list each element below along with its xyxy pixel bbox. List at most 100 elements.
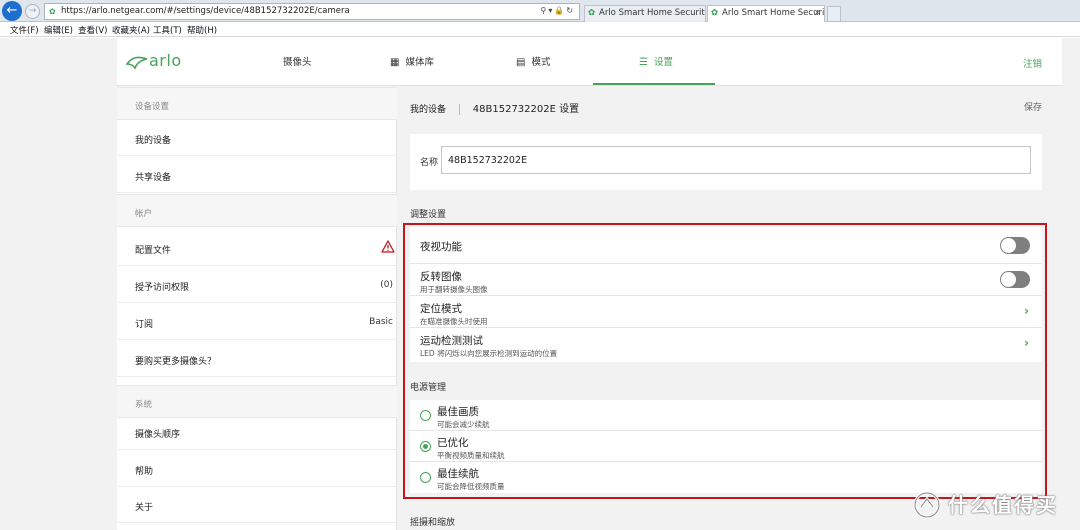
- breadcrumb-parent[interactable]: 我的设备: [410, 105, 446, 115]
- chevron-right-icon[interactable]: ›: [1024, 336, 1029, 350]
- nav-label: 模式: [531, 57, 551, 68]
- option-subtitle: 平衡视频质量和续航: [437, 451, 505, 460]
- setting-flip-image: 反转图像 用于翻转摄像头图像: [410, 264, 1042, 296]
- url-text[interactable]: https://arlo.netgear.com/#/settings/devi…: [61, 6, 350, 16]
- logo-text: arlo: [149, 51, 182, 70]
- radio-button[interactable]: [420, 472, 431, 483]
- sidebar-item-label: 配置文件: [135, 246, 172, 256]
- sidebar-item-subscription[interactable]: 订阅 Basic: [117, 304, 397, 340]
- sidebar-item-help[interactable]: 帮助: [117, 451, 397, 487]
- active-tab-indicator: [593, 83, 715, 85]
- watermark-logo-icon: [913, 491, 941, 519]
- menu-file[interactable]: 文件(F): [10, 24, 39, 36]
- sidebar-item-label: 关于: [135, 503, 154, 513]
- menu-lines-icon: ☰: [639, 57, 648, 68]
- warning-icon: [381, 240, 395, 253]
- radio-button[interactable]: [420, 410, 431, 421]
- sidebar-item-grant-access[interactable]: 授予访问权限 (0): [117, 267, 397, 303]
- sidebar-item-label: 授予访问权限: [135, 283, 190, 293]
- sidebar-section-device: 设备设置: [117, 87, 397, 120]
- sidebar-item-about[interactable]: 关于: [117, 487, 397, 523]
- power-option-optimized[interactable]: 已优化 平衡视频质量和续航: [410, 431, 1042, 462]
- sidebar-item-label: 订阅: [135, 320, 154, 330]
- tab-title: Arlo Smart Home Securit...: [722, 8, 825, 18]
- address-bar[interactable]: ✿ https://arlo.netgear.com/#/settings/de…: [44, 3, 580, 20]
- menu-view[interactable]: 查看(V): [78, 24, 107, 36]
- subscription-plan: Basic: [369, 317, 393, 327]
- power-option-best-quality[interactable]: 最佳画质 可能会减少续航: [410, 400, 1042, 431]
- sidebar-item-camera-order[interactable]: 摄像头顺序: [117, 414, 397, 450]
- browser-tab-2[interactable]: ✿ Arlo Smart Home Securit... ×: [707, 5, 825, 22]
- option-subtitle: 可能会减少续航: [437, 420, 490, 429]
- grid-icon: ▦: [390, 57, 400, 68]
- chevron-right-icon[interactable]: ›: [1024, 304, 1029, 318]
- menu-tools[interactable]: 工具(T): [153, 24, 182, 36]
- nav-modes[interactable]: ▤ 模式: [516, 54, 551, 70]
- sidebar-item-profile[interactable]: 配置文件: [117, 230, 397, 266]
- option-title: 已优化: [437, 437, 469, 449]
- save-button[interactable]: 保存: [1024, 100, 1042, 113]
- section-title: 系统: [135, 400, 153, 410]
- page-title: 48B152732202E 设置: [472, 104, 580, 115]
- nav-label: 设置: [654, 57, 674, 68]
- new-tab-button[interactable]: [827, 6, 841, 21]
- sidebar-item-shared-devices[interactable]: 共享设备: [117, 157, 397, 193]
- logout-link[interactable]: 注销: [1023, 56, 1042, 70]
- sidebar-item-label: 摄像头顺序: [135, 430, 181, 440]
- arlo-app: arlo 摄像头 ▦ 媒体库 ▤ 模式 ☰ 设置 注销 设备设置 我的设备 共享…: [0, 38, 1080, 530]
- menu-favorites[interactable]: 收藏夹(A): [112, 24, 150, 36]
- setting-motion-test[interactable]: 运动检测测试 LED 将闪烁以向您展示检测到运动的位置 ›: [410, 328, 1042, 362]
- setting-title: 反转图像: [420, 271, 462, 283]
- nav-library[interactable]: ▦ 媒体库: [390, 54, 434, 70]
- device-name-field[interactable]: [441, 146, 1031, 174]
- watermark: 什么值得买: [912, 488, 1072, 524]
- settings-main: 我的设备 48B152732202E 设置 保存 名称 调整设置 夜视功能 反转…: [398, 87, 1062, 530]
- sidebar-item-label: 帮助: [135, 467, 154, 477]
- watermark-text: 什么值得买: [948, 493, 1058, 517]
- tab-title: Arlo Smart Home Security C...: [599, 8, 705, 18]
- nav-label: 媒体库: [405, 57, 434, 68]
- section-title: 设备设置: [135, 102, 170, 112]
- top-nav: arlo 摄像头 ▦ 媒体库 ▤ 模式 ☰ 设置 注销: [117, 38, 1062, 86]
- arlo-bird-icon: [125, 56, 148, 70]
- sidebar-item-label: 我的设备: [135, 136, 172, 146]
- url-tools-icons[interactable]: ⚲▾🔒↻: [540, 6, 575, 15]
- menu-help[interactable]: 帮助(H): [187, 24, 217, 36]
- setting-night-vision: 夜视功能: [410, 227, 1042, 264]
- close-icon[interactable]: ×: [814, 6, 821, 21]
- section-title: 帐户: [135, 209, 153, 219]
- access-count: (0): [380, 280, 393, 290]
- setting-subtitle: LED 将闪烁以向您展示检测到运动的位置: [420, 349, 558, 358]
- tab-favicon-icon: ✿: [588, 8, 596, 18]
- setting-subtitle: 在瞄准摄像头时使用: [420, 317, 488, 326]
- back-arrow-icon[interactable]: ←: [2, 1, 22, 21]
- option-subtitle: 可能会降低视频质量: [437, 482, 505, 491]
- sidebar-item-my-devices[interactable]: 我的设备: [117, 120, 397, 156]
- sidebar-section-account: 帐户: [117, 194, 397, 227]
- nav-label: 摄像头: [283, 57, 312, 68]
- night-vision-toggle[interactable]: [1000, 237, 1030, 254]
- browser-toolbar: ← → ✿ https://arlo.netgear.com/#/setting…: [0, 0, 1080, 22]
- sidebar-item-label: 要购买更多摄像头？: [135, 357, 217, 367]
- nav-settings[interactable]: ☰ 设置: [639, 54, 673, 70]
- setting-title: 运动检测测试: [420, 335, 483, 347]
- setting-title: 定位模式: [420, 303, 462, 315]
- menu-edit[interactable]: 编辑(E): [44, 24, 73, 36]
- option-title: 最佳画质: [437, 406, 479, 418]
- setting-positioning-mode[interactable]: 定位模式 在瞄准摄像头时使用 ›: [410, 296, 1042, 328]
- sidebar-item-buy-cameras[interactable]: 要购买更多摄像头？: [117, 341, 397, 377]
- arlo-logo[interactable]: arlo: [125, 51, 189, 73]
- setting-subtitle: 用于翻转摄像头图像: [420, 285, 488, 294]
- adjust-settings-card: 夜视功能 反转图像 用于翻转摄像头图像 定位模式 在瞄准摄像头时使用 › 运动检…: [410, 227, 1042, 362]
- sidebar-item-label: 共享设备: [135, 173, 172, 183]
- modes-icon: ▤: [516, 57, 526, 68]
- flip-image-toggle[interactable]: [1000, 271, 1030, 288]
- power-management-card: 最佳画质 可能会减少续航 已优化 平衡视频质量和续航 最佳续航 可能会降低视频质…: [410, 400, 1042, 493]
- forward-arrow-icon[interactable]: →: [25, 4, 40, 19]
- arlo-favicon-icon: ✿: [49, 7, 56, 16]
- name-card: 名称: [410, 134, 1042, 190]
- power-section-title: 电源管理: [410, 383, 447, 393]
- nav-cameras[interactable]: 摄像头: [283, 54, 312, 70]
- radio-button-selected[interactable]: [420, 441, 431, 452]
- browser-tab-1[interactable]: ✿ Arlo Smart Home Security C...: [584, 5, 706, 22]
